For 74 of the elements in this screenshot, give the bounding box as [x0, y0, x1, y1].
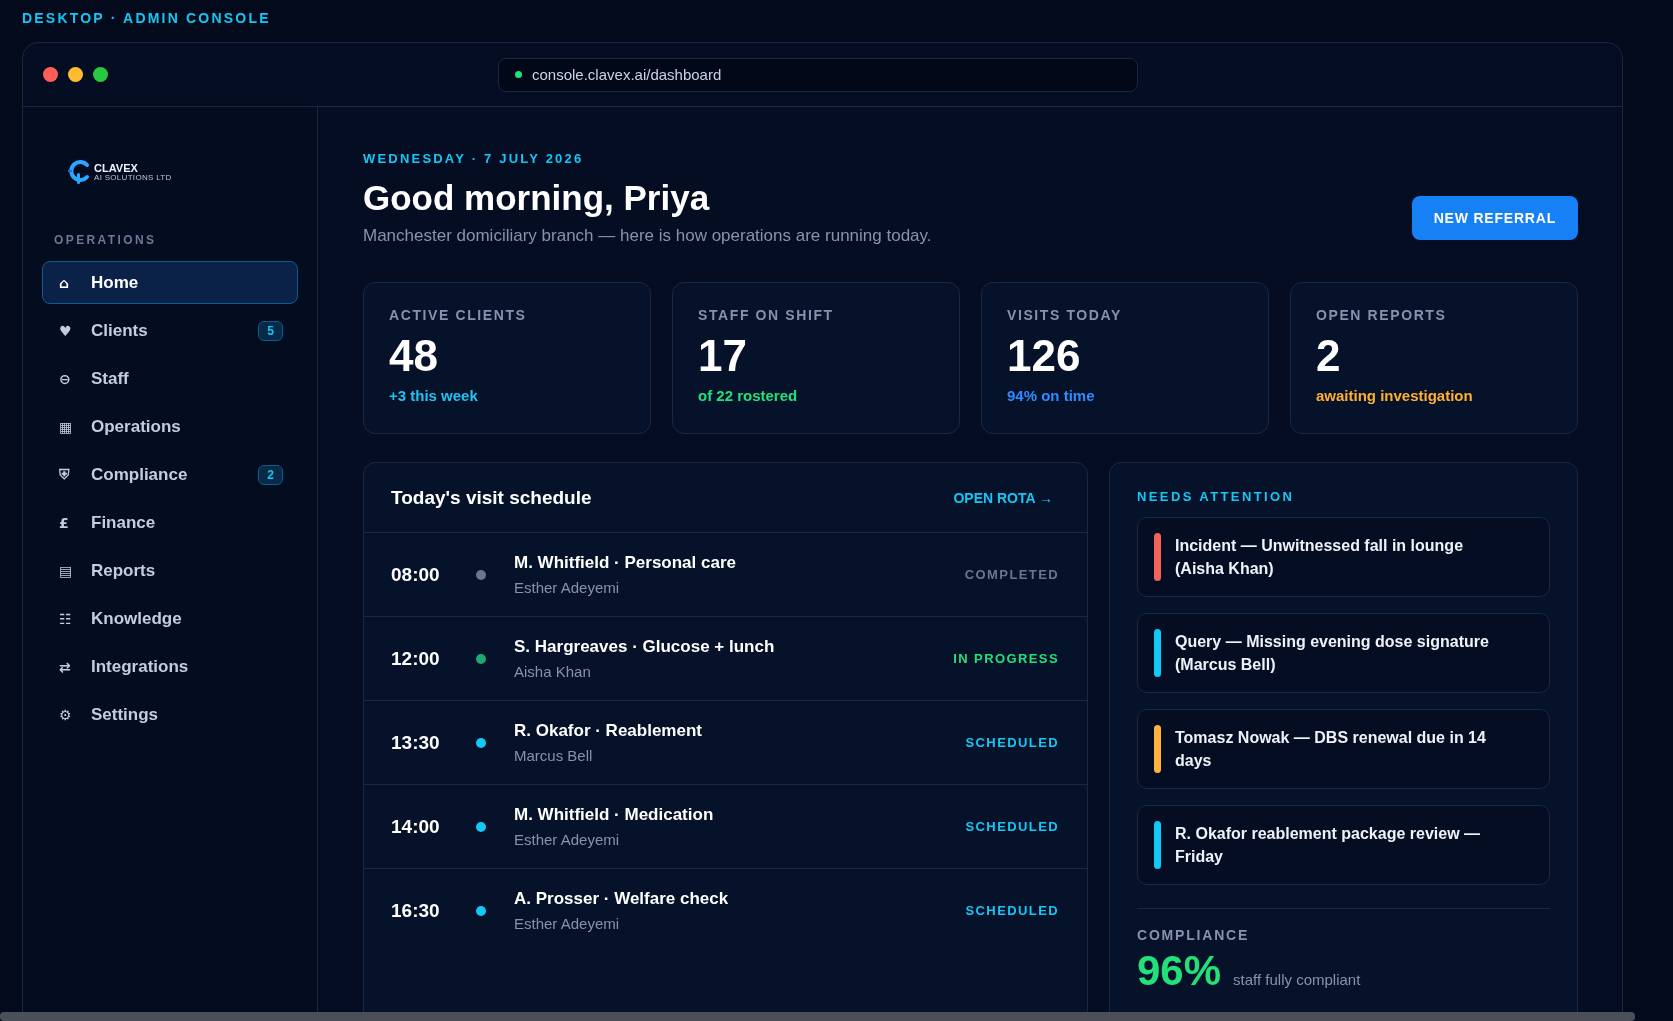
carer-name: Esther Adeyemi — [514, 831, 621, 848]
attention-text: Tomasz Nowak — DBS renewal due in 14 days — [1175, 727, 1487, 771]
sidebar-item[interactable]: ⛨ Compliance 2 — [42, 453, 298, 496]
sidebar-item[interactable]: £ Finance — [42, 501, 298, 544]
subtitle: Manchester domiciliary branch — here is how operations are running today. — [363, 226, 932, 246]
window-zoom-button[interactable] — [93, 67, 108, 82]
page-label: DESKTOP · ADMIN CONSOLE — [22, 10, 272, 26]
logo-icon — [68, 159, 92, 185]
carer-name: Esther Adeyemi — [514, 579, 621, 596]
sidebar-item[interactable]: ▦ Operations — [42, 405, 298, 448]
attention-text: R. Okafor reablement package review — Friday — [1175, 823, 1481, 867]
stat-label: STAFF ON SHIFT — [698, 307, 835, 323]
window-close-button[interactable] — [43, 67, 58, 82]
visit-title: S. Hargreaves · Glucose + lunch — [514, 637, 776, 657]
carer-name: Marcus Bell — [514, 747, 594, 764]
carer-name: Aisha Khan — [514, 663, 592, 680]
schedule-title: Today's visit schedule — [391, 486, 592, 509]
address-text: console.clavex.ai/dashboard — [532, 66, 722, 83]
visit-title: R. Okafor · Reablement — [514, 721, 703, 741]
sidebar-item[interactable]: ⊖ Staff — [42, 357, 298, 400]
visit-time: 13:30 — [391, 731, 441, 754]
greeting-heading: Good morning, Priya — [363, 178, 711, 218]
stat-value: 17 — [698, 331, 748, 381]
attention-text: Incident — Unwitnessed fall in lounge (Aisha Khan) — [1175, 535, 1465, 579]
new-referral-button[interactable]: NEW REFERRAL — [1411, 196, 1578, 240]
stat-note: awaiting investigation — [1316, 387, 1474, 404]
status-label: IN PROGRESS — [953, 651, 1059, 666]
visit-time: 08:00 — [391, 563, 441, 586]
compliance-value: 96% — [1137, 947, 1222, 995]
date-label: WEDNESDAY · 7 JULY 2026 — [363, 151, 585, 166]
stat-note: 94% on time — [1007, 387, 1096, 404]
status-label: SCHEDULED — [965, 903, 1059, 918]
attention-item[interactable]: Query — Missing evening dose signature (Marcus Bell) — [1137, 613, 1550, 693]
logo-tagline: AI SOLUTIONS LTD — [94, 173, 172, 182]
attention-heading: NEEDS ATTENTION — [1137, 489, 1296, 504]
compliance-label: COMPLIANCE — [1137, 927, 1251, 943]
visit-time: 14:00 — [391, 815, 441, 838]
stat-note: +3 this week — [389, 387, 479, 404]
stat-label: VISITS TODAY — [1007, 307, 1123, 323]
sidebar-item[interactable]: ⇄ Integrations — [42, 645, 298, 688]
stat-label: OPEN REPORTS — [1316, 307, 1448, 323]
scrollbar[interactable] — [0, 1012, 1635, 1021]
carer-name: Esther Adeyemi — [514, 915, 621, 932]
attention-item[interactable]: R. Okafor reablement package review — Friday — [1137, 805, 1550, 885]
visit-title: M. Whitfield · Personal care — [514, 553, 737, 573]
visit-time: 12:00 — [391, 647, 441, 670]
status-label: SCHEDULED — [965, 735, 1059, 750]
stat-note: of 22 rostered — [698, 387, 799, 404]
sidebar-item[interactable]: ▤ Reports — [42, 549, 298, 592]
open-rota-link[interactable]: OPEN ROTA → — [953, 489, 1053, 506]
secure-dot-icon — [515, 71, 522, 78]
sidebar-item[interactable]: ⚙ Settings — [42, 693, 298, 736]
compliance-note: staff fully compliant — [1233, 971, 1361, 988]
attention-item[interactable]: Tomasz Nowak — DBS renewal due in 14 days — [1137, 709, 1550, 789]
visit-time: 16:30 — [391, 899, 441, 922]
count-badge: 2 — [258, 464, 283, 485]
stat-value: 48 — [389, 331, 439, 381]
count-badge: 5 — [258, 320, 283, 341]
status-label: SCHEDULED — [965, 819, 1059, 834]
attention-text: Query — Missing evening dose signature (Marcus Bell) — [1175, 631, 1490, 675]
status-label: COMPLETED — [964, 567, 1059, 582]
visit-title: M. Whitfield · Medication — [514, 805, 715, 825]
window-minimize-button[interactable] — [68, 67, 83, 82]
stat-value: 126 — [1007, 331, 1082, 381]
stat-value: 2 — [1316, 331, 1342, 381]
sidebar-item[interactable]: ⌂ Home — [42, 261, 298, 304]
sidebar-item[interactable]: ☷ Knowledge — [42, 597, 298, 640]
stat-label: ACTIVE CLIENTS — [389, 307, 528, 323]
sidebar-item[interactable]: ♥ Clients 5 — [42, 309, 298, 352]
logo-name: CLAVEX — [94, 162, 139, 174]
visit-title: A. Prosser · Welfare check — [514, 889, 730, 909]
address-bar[interactable]: console.clavex.ai/dashboard — [498, 57, 1138, 92]
attention-item[interactable]: Incident — Unwitnessed fall in lounge (Aisha Khan) — [1137, 517, 1550, 597]
section-heading: OPERATIONS — [54, 233, 158, 247]
